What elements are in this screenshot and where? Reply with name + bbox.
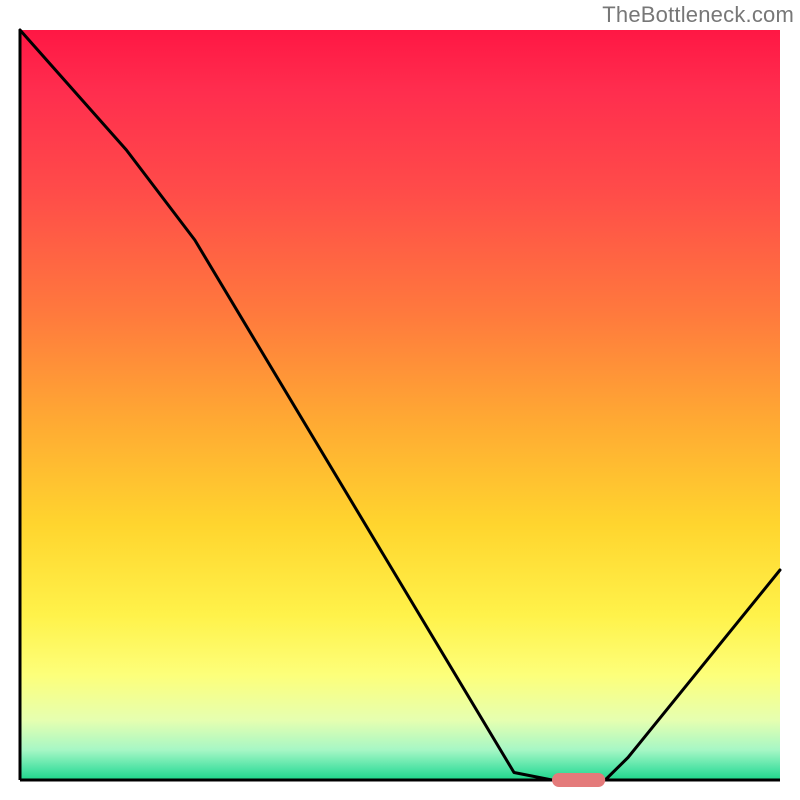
watermark-text: TheBottleneck.com: [602, 2, 794, 28]
chart-svg: [0, 0, 800, 800]
chart-container: TheBottleneck.com: [0, 0, 800, 800]
target-range-marker: [552, 773, 605, 787]
chart-gradient-background: [20, 30, 780, 780]
